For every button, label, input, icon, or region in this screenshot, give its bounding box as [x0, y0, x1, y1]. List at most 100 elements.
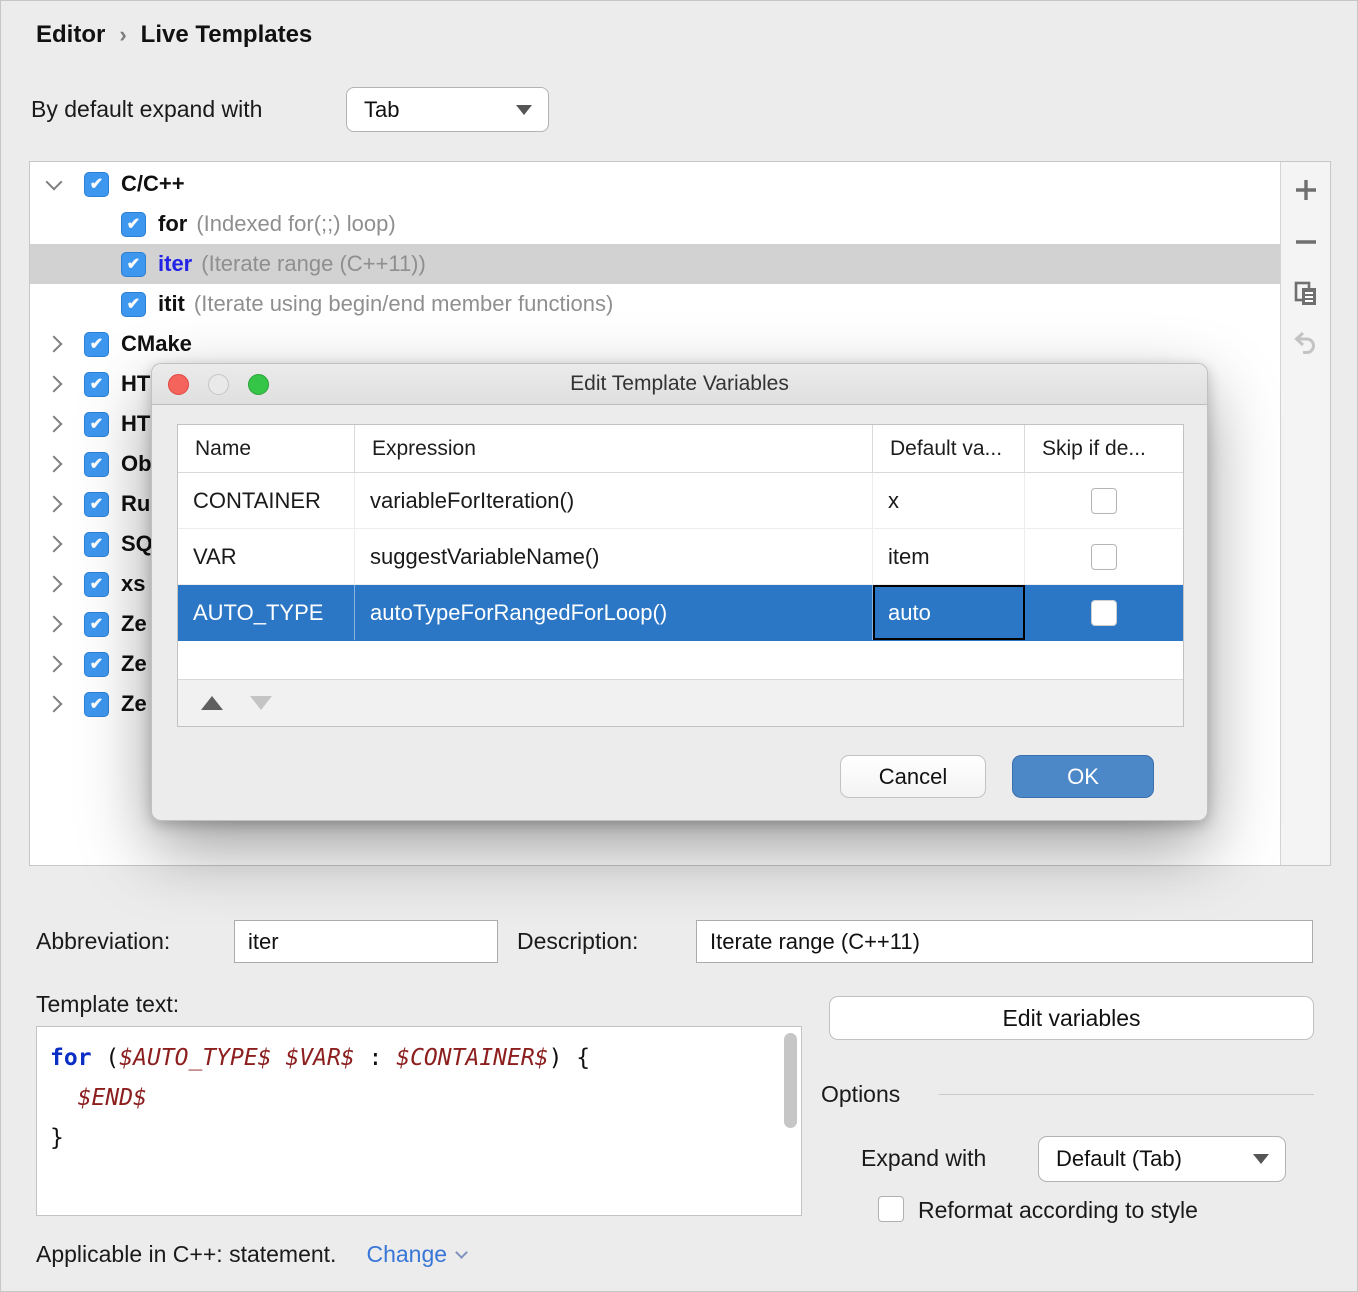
applicable-row: Applicable in C++: statement. Change	[36, 1241, 466, 1268]
checkbox[interactable]	[84, 692, 109, 717]
window-controls	[168, 364, 269, 404]
options-divider	[939, 1094, 1314, 1095]
reformat-checkbox[interactable]	[878, 1196, 904, 1222]
tree-row-template[interactable]: for (Indexed for(;;) loop)	[30, 204, 1280, 244]
tree-toolbar	[1280, 162, 1330, 865]
cell-name[interactable]: VAR	[178, 529, 355, 584]
description-input[interactable]: Iterate range (C++11)	[696, 920, 1313, 963]
chevron-right-icon[interactable]	[46, 536, 63, 553]
breadcrumb-editor[interactable]: Editor	[36, 21, 105, 49]
checkbox[interactable]	[84, 412, 109, 437]
default-expand-label: By default expand with	[31, 96, 262, 123]
chevron-right-icon[interactable]	[46, 616, 63, 633]
checkbox[interactable]	[84, 652, 109, 677]
column-header-expression[interactable]: Expression	[355, 425, 873, 472]
scrollbar-thumb[interactable]	[784, 1033, 797, 1128]
tree-row-group[interactable]: CMake	[30, 324, 1280, 364]
chevron-down-icon[interactable]	[46, 174, 63, 191]
skip-if-defined-checkbox[interactable]	[1091, 488, 1117, 514]
cell-expression[interactable]: variableForIteration()	[355, 473, 873, 528]
variables-table: Name Expression Default va... Skip if de…	[177, 424, 1184, 727]
tree-group-label: Ze	[121, 651, 147, 677]
cell-expression[interactable]: suggestVariableName()	[355, 529, 873, 584]
checkbox[interactable]	[121, 292, 146, 317]
cell-default-value[interactable]: item	[873, 529, 1025, 584]
chevron-right-icon[interactable]	[46, 656, 63, 673]
cell-name[interactable]: AUTO_TYPE	[178, 585, 355, 640]
code-line: for ($AUTO_TYPE$ $VAR$ : $CONTAINER$) {	[50, 1038, 801, 1078]
table-row-selected[interactable]: AUTO_TYPE autoTypeForRangedForLoop() aut…	[178, 585, 1183, 641]
chevron-right-icon[interactable]	[46, 496, 63, 513]
column-header-skip-if-defined[interactable]: Skip if de...	[1025, 425, 1183, 472]
default-expand-select[interactable]: Tab	[346, 87, 549, 132]
chevron-right-icon[interactable]	[46, 576, 63, 593]
column-header-default-value[interactable]: Default va...	[873, 425, 1025, 472]
tree-group-label: xs	[121, 571, 145, 597]
cell-default-value-focused[interactable]: auto	[873, 585, 1025, 640]
expand-with-label: Expand with	[861, 1145, 986, 1172]
remove-icon[interactable]	[1292, 228, 1320, 256]
move-down-icon[interactable]	[250, 696, 272, 710]
table-toolbar	[178, 679, 1183, 726]
tree-row-template-selected[interactable]: iter (Iterate range (C++11))	[30, 244, 1280, 284]
template-text-editor[interactable]: for ($AUTO_TYPE$ $VAR$ : $CONTAINER$) { …	[36, 1026, 802, 1216]
applicable-text: Applicable in C++: statement.	[36, 1241, 336, 1268]
move-up-icon[interactable]	[201, 696, 223, 710]
cell-default-value[interactable]: x	[873, 473, 1025, 528]
checkbox[interactable]	[121, 252, 146, 277]
abbreviation-input[interactable]: iter	[234, 920, 498, 963]
cell-name[interactable]: CONTAINER	[178, 473, 355, 528]
tree-group-label: SQ	[121, 531, 153, 557]
tree-row-group[interactable]: C/C++	[30, 164, 1280, 204]
checkbox[interactable]	[84, 532, 109, 557]
cell-expression[interactable]: autoTypeForRangedForLoop()	[355, 585, 873, 640]
template-text-label: Template text:	[36, 991, 179, 1018]
code-line: }	[50, 1118, 801, 1158]
revert-icon[interactable]	[1292, 330, 1320, 358]
chevron-right-icon[interactable]	[46, 456, 63, 473]
table-row[interactable]: CONTAINER variableForIteration() x	[178, 473, 1183, 529]
tree-group-label: HT	[121, 371, 150, 397]
tree-row-template[interactable]: itit (Iterate using begin/end member fun…	[30, 284, 1280, 324]
chevron-right-icon[interactable]	[46, 336, 63, 353]
change-link[interactable]: Change	[366, 1241, 447, 1268]
minimize-icon[interactable]	[208, 374, 229, 395]
checkbox[interactable]	[84, 452, 109, 477]
checkbox[interactable]	[84, 492, 109, 517]
breadcrumb-live-templates: Live Templates	[141, 21, 313, 49]
breadcrumb: Editor › Live Templates	[36, 21, 312, 49]
table-row[interactable]: VAR suggestVariableName() item	[178, 529, 1183, 585]
live-templates-settings-page: Editor › Live Templates By default expan…	[0, 0, 1358, 1292]
tree-group-label: Ob	[121, 451, 152, 477]
checkbox[interactable]	[121, 212, 146, 237]
edit-template-variables-dialog: Edit Template Variables Name Expression …	[151, 363, 1208, 821]
column-header-name[interactable]: Name	[178, 425, 355, 472]
options-header: Options	[821, 1081, 900, 1108]
close-icon[interactable]	[168, 374, 189, 395]
expand-with-select[interactable]: Default (Tab)	[1038, 1136, 1286, 1182]
chevron-down-icon[interactable]	[455, 1246, 468, 1259]
edit-variables-button[interactable]: Edit variables	[829, 996, 1314, 1040]
tree-group-label: Ze	[121, 611, 147, 637]
checkbox[interactable]	[84, 332, 109, 357]
skip-if-defined-checkbox[interactable]	[1091, 600, 1117, 626]
checkbox[interactable]	[84, 172, 109, 197]
checkbox[interactable]	[84, 372, 109, 397]
dialog-titlebar[interactable]: Edit Template Variables	[152, 364, 1207, 405]
chevron-right-icon[interactable]	[46, 416, 63, 433]
duplicate-icon[interactable]	[1292, 280, 1320, 308]
skip-if-defined-checkbox[interactable]	[1091, 544, 1117, 570]
ok-button[interactable]: OK	[1012, 755, 1154, 798]
chevron-right-icon[interactable]	[46, 696, 63, 713]
tree-item-description: (Iterate using begin/end member function…	[194, 291, 613, 317]
chevron-right-icon[interactable]	[46, 376, 63, 393]
table-empty-area	[178, 641, 1183, 679]
checkbox[interactable]	[84, 612, 109, 637]
tree-item-description: (Iterate range (C++11))	[201, 251, 426, 277]
tree-item-label: iter	[158, 251, 192, 277]
checkbox[interactable]	[84, 572, 109, 597]
zoom-icon[interactable]	[248, 374, 269, 395]
cancel-button[interactable]: Cancel	[840, 755, 986, 798]
chevron-down-icon	[1253, 1154, 1269, 1164]
add-icon[interactable]	[1292, 176, 1320, 204]
